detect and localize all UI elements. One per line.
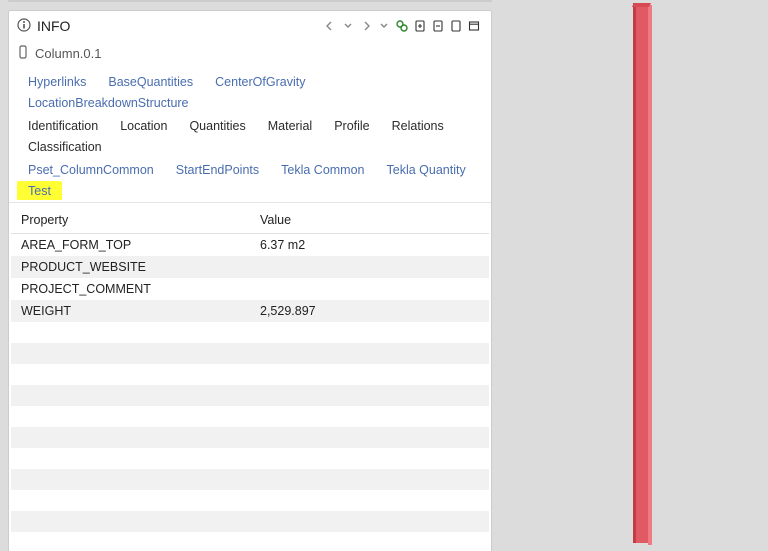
prop-name: PRODUCT_WEBSITE [11,256,250,278]
tab-locationbreakdownstructure[interactable]: LocationBreakdownStructure [17,93,200,112]
tab-profile[interactable]: Profile [323,116,380,135]
table-row[interactable]: PROJECT_COMMENT [11,278,489,300]
table-row-empty [11,532,489,551]
link-icon[interactable] [393,17,411,35]
table-row-empty [11,490,489,511]
table-row-empty [11,385,489,406]
tab-material[interactable]: Material [257,116,323,135]
tab-strip: HyperlinksBaseQuantitiesCenterOfGravityL… [9,72,491,203]
table-row-empty [11,448,489,469]
info-panel-header: INFO [9,11,491,41]
nav-next-button[interactable] [357,17,375,35]
tab-relations[interactable]: Relations [381,116,455,135]
tab-quantities[interactable]: Quantities [178,116,256,135]
tab-test[interactable]: Test [17,181,62,200]
window-icon[interactable] [465,17,483,35]
upper-blank-card [8,0,492,2]
tab-pset_columncommon[interactable]: Pset_ColumnCommon [17,160,165,179]
property-table-body: AREA_FORM_TOP6.37 m2PRODUCT_WEBSITEPROJE… [11,234,489,551]
table-row-empty [11,364,489,385]
breadcrumb-text: Column.0.1 [35,46,101,61]
table-row[interactable]: AREA_FORM_TOP6.37 m2 [11,234,489,257]
table-row-empty [11,427,489,448]
info-panel-title: INFO [37,18,70,34]
clipboard-add-icon[interactable] [411,17,429,35]
info-panel: INFO [8,10,492,551]
tab-classification[interactable]: Classification [17,137,113,156]
property-table: Property Value AREA_FORM_TOP6.37 m2PRODU… [11,207,489,551]
table-row-empty [11,511,489,532]
prop-name: WEIGHT [11,300,250,322]
3d-viewport[interactable] [500,0,768,551]
tab-centerofgravity[interactable]: CenterOfGravity [204,72,316,91]
prop-value [250,278,489,300]
table-row-empty [11,343,489,364]
tab-basequantities[interactable]: BaseQuantities [97,72,204,91]
table-row[interactable]: PRODUCT_WEBSITE [11,256,489,278]
table-row-empty [11,469,489,490]
tab-hyperlinks[interactable]: Hyperlinks [17,72,97,91]
prop-value: 6.37 m2 [250,234,489,257]
tab-tekla-quantity[interactable]: Tekla Quantity [376,160,477,179]
tab-tekla-common[interactable]: Tekla Common [270,160,375,179]
tab-startendpoints[interactable]: StartEndPoints [165,160,270,179]
prop-name: AREA_FORM_TOP [11,234,250,257]
col-header-value[interactable]: Value [250,207,489,234]
clipboard-icon[interactable] [447,17,465,35]
clipboard-remove-icon[interactable] [429,17,447,35]
column-3d-element[interactable] [633,3,653,543]
table-row-empty [11,406,489,427]
col-header-property[interactable]: Property [11,207,250,234]
breadcrumb-row: Column.0.1 [9,41,491,72]
nav-first-dropdown-icon[interactable] [339,17,357,35]
table-row-empty [11,322,489,343]
table-row[interactable]: WEIGHT2,529.897 [11,300,489,322]
nav-next-dropdown-icon[interactable] [375,17,393,35]
nav-first-button[interactable] [321,17,339,35]
prop-value [250,256,489,278]
prop-name: PROJECT_COMMENT [11,278,250,300]
tab-location[interactable]: Location [109,116,178,135]
property-table-wrap: Property Value AREA_FORM_TOP6.37 m2PRODU… [9,203,491,551]
tab-identification[interactable]: Identification [17,116,109,135]
element-icon [17,45,29,62]
info-icon [17,18,31,35]
prop-value: 2,529.897 [250,300,489,322]
